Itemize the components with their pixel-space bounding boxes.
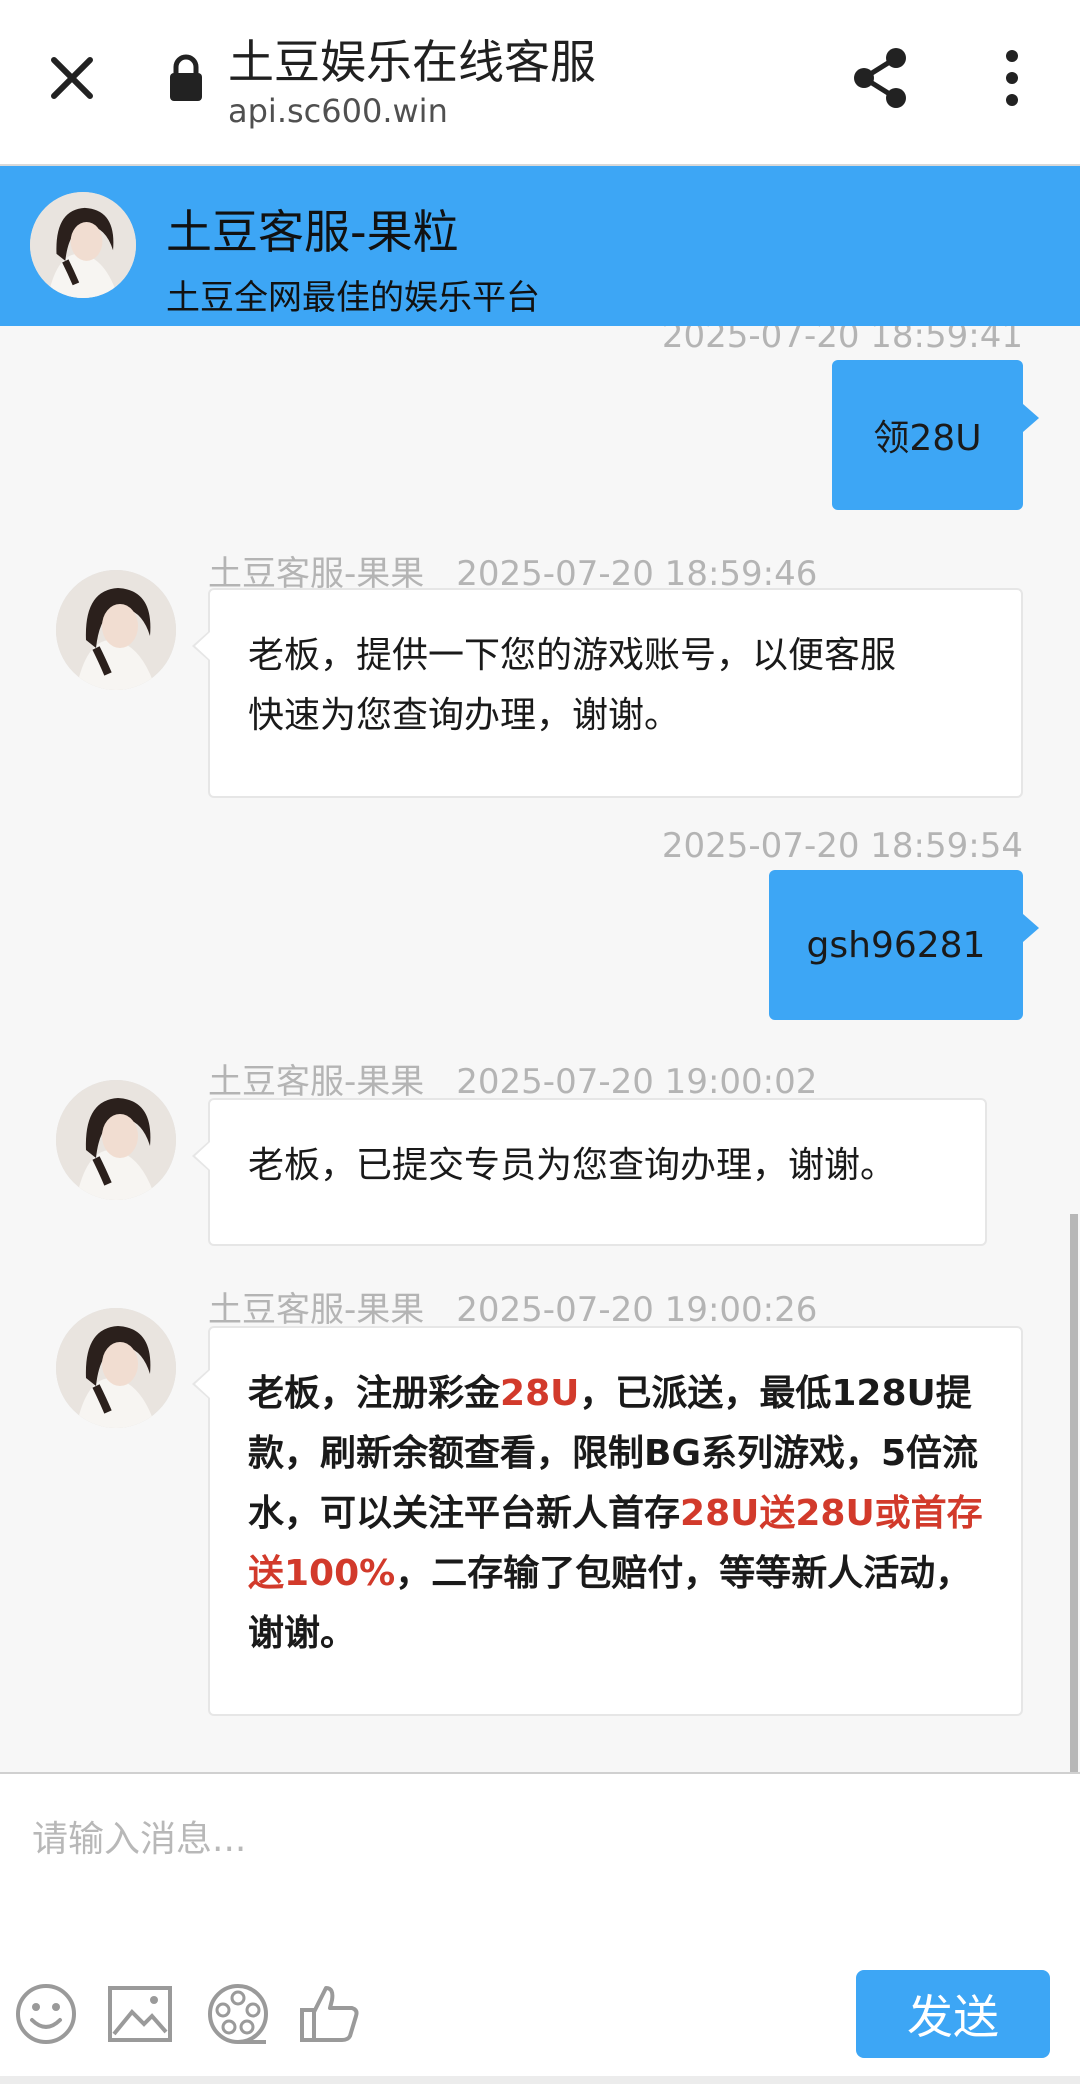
message-timestamp: 2025-07-20 19:00:26 bbox=[456, 1290, 818, 1330]
message-meta: 土豆客服-果果 2025-07-20 19:00:02 bbox=[208, 1054, 817, 1103]
page-title: 土豆娱乐在线客服 bbox=[228, 35, 596, 89]
message-line: 老板，已提交专员为您查询办理，谢谢。 bbox=[248, 1145, 897, 1186]
message-timestamp: 2025-07-20 18:59:41 bbox=[661, 326, 1023, 356]
film-reel-icon[interactable] bbox=[206, 1982, 270, 2046]
page-url[interactable]: api.sc600.win bbox=[228, 92, 448, 130]
message-line: 快速为您查询办理，谢谢。 bbox=[248, 695, 681, 736]
emoji-icon[interactable] bbox=[14, 1982, 78, 2046]
scrollbar[interactable] bbox=[1070, 1214, 1078, 1772]
sender-name: 土豆客服-果果 bbox=[208, 1290, 425, 1330]
chat-header: 土豆客服-果粒 土豆全网最佳的娱乐平台 bbox=[0, 166, 1080, 326]
agent-avatar[interactable] bbox=[56, 1308, 176, 1428]
sender-name: 土豆客服-果果 bbox=[208, 1062, 425, 1102]
received-message-bubble[interactable]: 老板，注册彩金28U，已派送，最低128U提款，刷新余额查看，限制BG系列游戏，… bbox=[192, 1326, 1023, 1716]
agent-avatar[interactable] bbox=[30, 192, 136, 298]
message-input[interactable] bbox=[30, 1798, 1034, 1880]
agent-name: 土豆客服-果粒 bbox=[166, 205, 459, 259]
sent-message-bubble[interactable]: 领28U bbox=[832, 360, 1039, 510]
thumbs-up-icon[interactable] bbox=[298, 1982, 362, 2046]
message-meta: 土豆客服-果果 2025-07-20 19:00:26 bbox=[208, 1282, 817, 1331]
sent-message-bubble[interactable]: gsh96281 bbox=[769, 870, 1039, 1020]
received-message-bubble[interactable]: 老板，已提交专员为您查询办理，谢谢。 bbox=[192, 1098, 987, 1246]
message-timestamp: 2025-07-20 19:00:02 bbox=[456, 1062, 818, 1102]
browser-toolbar: 土豆娱乐在线客服 api.sc600.win bbox=[0, 0, 1080, 166]
message-list[interactable]: 2025-07-20 18:59:41 领28U 土豆客服-果果 2025-07-… bbox=[0, 326, 1080, 1772]
close-icon[interactable] bbox=[42, 48, 102, 108]
received-message-bubble[interactable]: 老板，提供一下您的游戏账号，以便客服 快速为您查询办理，谢谢。 bbox=[192, 588, 1023, 798]
lock-icon bbox=[168, 54, 204, 102]
image-icon[interactable] bbox=[106, 1982, 172, 2046]
agent-avatar[interactable] bbox=[56, 570, 176, 690]
send-button[interactable]: 发送 bbox=[856, 1970, 1050, 2058]
message-timestamp: 2025-07-20 18:59:54 bbox=[661, 826, 1023, 866]
agent-slogan: 土豆全网最佳的娱乐平台 bbox=[166, 278, 540, 318]
highlight-segment: 28U bbox=[500, 1373, 580, 1414]
message-line: 老板，提供一下您的游戏账号，以便客服 bbox=[248, 635, 897, 676]
share-icon[interactable] bbox=[850, 46, 912, 110]
agent-avatar[interactable] bbox=[56, 1080, 176, 1200]
more-vert-icon[interactable] bbox=[994, 48, 1030, 108]
bottom-divider bbox=[0, 2076, 1080, 2084]
message-segment: 老板，注册彩金 bbox=[248, 1373, 501, 1414]
